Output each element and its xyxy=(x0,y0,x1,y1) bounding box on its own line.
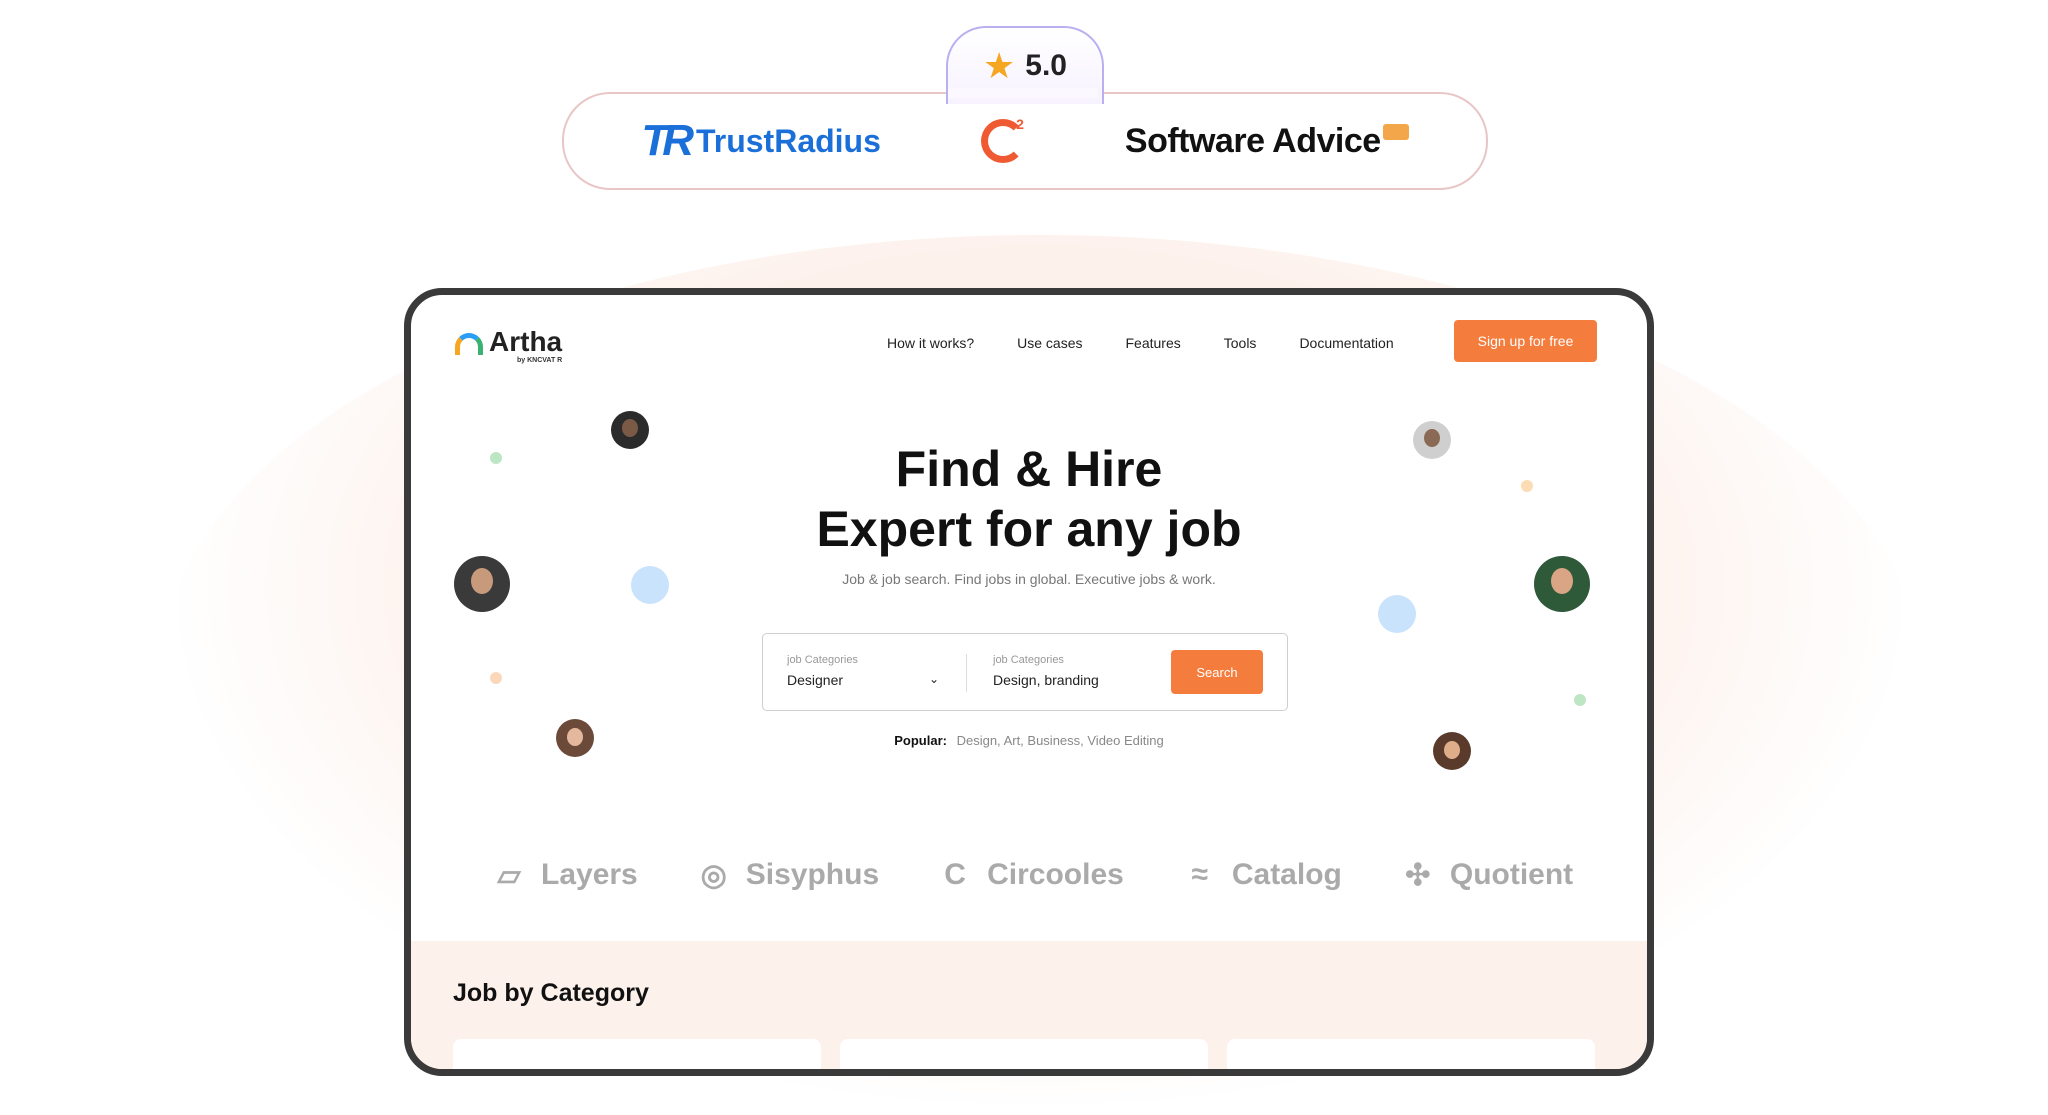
rating-score: 5.0 xyxy=(1025,49,1067,82)
partner-name: Sisyphus xyxy=(745,858,880,891)
hero-subtitle: Job & job search. Find jobs in global. E… xyxy=(842,571,1216,587)
artha-arch-icon xyxy=(455,333,483,355)
field-divider xyxy=(966,654,967,692)
category-card[interactable] xyxy=(840,1039,1208,1069)
hero-title-line1: Find & Hire xyxy=(895,441,1163,497)
signup-button[interactable]: Sign up for free xyxy=(1454,320,1597,362)
partner-name: Catalog xyxy=(1231,858,1342,891)
review-sites-bar: TR TrustRadius 2 Software Advice xyxy=(562,92,1488,190)
website-preview-frame: Artha by KNCVAT R How it works? Use case… xyxy=(404,288,1654,1076)
nav-links: How it works? Use cases Features Tools D… xyxy=(887,335,1394,351)
rating-tab-join xyxy=(948,88,1098,98)
job-search-box: job Categories Designer ⌄ job Categories… xyxy=(762,633,1288,711)
popular-items[interactable]: Design, Art, Business, Video Editing xyxy=(957,733,1164,748)
decor-dot xyxy=(1574,694,1586,706)
g2-superscript: 2 xyxy=(1016,116,1024,132)
sisyphus-icon: ◎ xyxy=(700,858,727,892)
nav-use-cases[interactable]: Use cases xyxy=(1017,335,1082,351)
partner-name: Layers xyxy=(541,858,638,891)
trustradius-name: TrustRadius xyxy=(695,122,881,159)
quotient-icon: ✣ xyxy=(1405,858,1431,892)
star-icon: ★ xyxy=(983,45,1016,86)
chevron-down-icon[interactable]: ⌄ xyxy=(929,672,939,686)
top-nav: Artha by KNCVAT R How it works? Use case… xyxy=(411,295,1647,391)
catalog-icon: ≈ xyxy=(1191,858,1209,891)
brand-sub: by KNCVAT R xyxy=(517,357,563,364)
keywords-field[interactable]: job Categories Design, branding xyxy=(993,654,1153,688)
job-category-section: Job by Category xyxy=(411,941,1647,1069)
section-title: Job by Category xyxy=(453,979,649,1007)
category-select[interactable]: job Categories Designer xyxy=(787,654,947,688)
speech-bubble-icon xyxy=(1382,123,1409,140)
partner-name: Quotient xyxy=(1449,858,1574,891)
decor-dot xyxy=(1378,595,1416,633)
nav-features[interactable]: Features xyxy=(1126,335,1181,351)
brand-name: Artha xyxy=(489,326,563,357)
circooles-icon: C xyxy=(944,858,966,891)
partner-quotient: ✣ Quotient xyxy=(1398,855,1573,895)
nav-documentation[interactable]: Documentation xyxy=(1299,335,1393,351)
keywords-label: job Categories xyxy=(993,654,1064,666)
keywords-value: Design, branding xyxy=(993,672,1099,688)
partner-logos: ▱ Layers ◎ Sisyphus C Circooles ≈ Catalo… xyxy=(489,855,1573,895)
trustradius-mark: TR xyxy=(641,116,694,165)
partner-circooles: C Circooles xyxy=(935,855,1124,895)
nav-tools[interactable]: Tools xyxy=(1224,335,1257,351)
trustradius-logo: TR TrustRadius xyxy=(641,116,881,166)
hero-title: Find & Hire Expert for any job xyxy=(411,439,1647,559)
partner-name: Circooles xyxy=(987,858,1124,891)
category-label: job Categories xyxy=(787,654,858,666)
category-card[interactable] xyxy=(453,1039,821,1069)
decor-dot xyxy=(490,672,502,684)
search-button[interactable]: Search xyxy=(1171,650,1263,694)
hero-title-line2: Expert for any job xyxy=(816,501,1242,557)
popular-searches: Popular: Design, Art, Business, Video Ed… xyxy=(411,733,1647,748)
layers-icon: ▱ xyxy=(497,858,521,892)
artha-logo[interactable]: Artha by KNCVAT R xyxy=(455,327,562,364)
partner-sisyphus: ◎ Sisyphus xyxy=(694,855,879,895)
partner-layers: ▱ Layers xyxy=(489,855,638,895)
partner-catalog: ≈ Catalog xyxy=(1180,855,1342,895)
g2-logo: 2 xyxy=(980,116,1025,163)
popular-label: Popular: xyxy=(894,733,947,748)
category-card[interactable] xyxy=(1227,1039,1595,1069)
software-advice-logo: Software Advice xyxy=(1125,122,1409,161)
software-advice-name: Software Advice xyxy=(1124,121,1381,160)
category-value: Designer xyxy=(787,672,844,688)
nav-how-it-works[interactable]: How it works? xyxy=(887,335,974,351)
